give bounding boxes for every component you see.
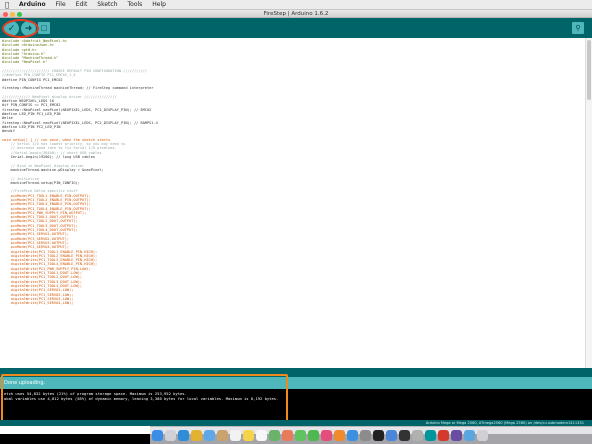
app-store-icon[interactable] <box>347 430 358 441</box>
mac-menubar:  Arduino File Edit Sketch Tools Help <box>0 0 592 10</box>
safari-icon[interactable] <box>178 430 189 441</box>
mail-icon[interactable] <box>204 430 215 441</box>
close-icon[interactable] <box>3 11 8 17</box>
menu-tools[interactable]: Tools <box>123 1 148 8</box>
serial-monitor-button[interactable]: ⚲ <box>572 22 584 34</box>
new-file-icon: □ <box>40 24 48 32</box>
code-editor[interactable]: #include <Adafruit_NeoPixel.h> #include <… <box>0 38 592 368</box>
maps-icon[interactable] <box>269 430 280 441</box>
menu-file[interactable]: File <box>51 1 71 8</box>
folder-icon[interactable] <box>464 430 475 441</box>
window-controls <box>3 11 22 17</box>
itunes-icon[interactable] <box>321 430 332 441</box>
apple-icon[interactable]:  <box>0 1 14 9</box>
new-button[interactable]: □ <box>38 22 50 34</box>
calendar-icon[interactable] <box>230 430 241 441</box>
mac-dock <box>150 426 592 444</box>
photos-icon[interactable] <box>282 430 293 441</box>
minimize-icon[interactable] <box>10 11 15 17</box>
reminders-icon[interactable] <box>256 430 267 441</box>
contacts-icon[interactable] <box>217 430 228 441</box>
ibooks-icon[interactable] <box>334 430 345 441</box>
messages-icon[interactable] <box>295 430 306 441</box>
board-port-text: Arduino Mega or Mega 2560, ATmega2560 (M… <box>425 421 584 425</box>
window-titlebar: FireStep | Arduino 1.6.2 <box>0 10 592 18</box>
trash-icon[interactable] <box>477 430 488 441</box>
notes-icon[interactable] <box>243 430 254 441</box>
finder-icon[interactable] <box>152 430 163 441</box>
editor-scroll-thumb[interactable] <box>587 40 591 100</box>
xcode-icon[interactable] <box>386 430 397 441</box>
activity-monitor-icon[interactable] <box>399 430 410 441</box>
highlight-ring <box>2 19 39 38</box>
magnifier-icon: ⚲ <box>575 24 581 32</box>
chrome-icon[interactable] <box>191 430 202 441</box>
menu-arduino[interactable]: Arduino <box>14 1 51 8</box>
arduino-icon[interactable] <box>425 430 436 441</box>
console-highlight <box>1 374 288 422</box>
system-preferences-icon[interactable] <box>360 430 371 441</box>
red-app-icon[interactable] <box>438 430 449 441</box>
menu-sketch[interactable]: Sketch <box>92 1 122 8</box>
facetime-icon[interactable] <box>308 430 319 441</box>
toolbar: ✓ ➜ □ ⚲ <box>0 18 592 39</box>
terminal-icon[interactable] <box>373 430 384 441</box>
menu-edit[interactable]: Edit <box>71 1 93 8</box>
zoom-icon[interactable] <box>17 11 22 17</box>
code-line: digitalWrite(PC1_SERVO4,LOW); <box>2 301 74 306</box>
purple-app-icon[interactable] <box>451 430 462 441</box>
menu-help[interactable]: Help <box>147 1 171 8</box>
window-title: FireStep | Arduino 1.6.2 <box>263 11 329 17</box>
launchpad-icon[interactable] <box>165 430 176 441</box>
utility-icon[interactable] <box>412 430 423 441</box>
